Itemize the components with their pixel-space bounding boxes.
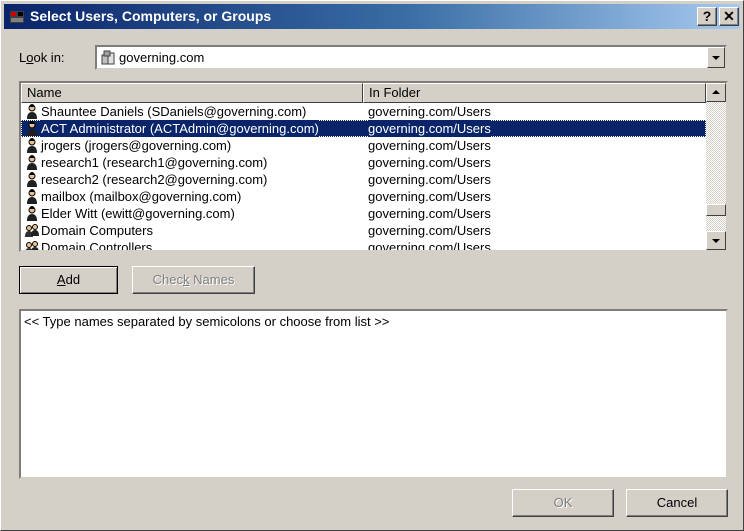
list-row[interactable]: Elder Witt (ewitt@governing.com) governin… <box>21 205 706 222</box>
user-icon <box>24 189 40 204</box>
look-in-value: governing.com <box>119 50 205 65</box>
window-title: Select Users, Computers, or Groups <box>30 8 272 24</box>
group-icon <box>24 223 40 238</box>
row-folder: governing.com/Users <box>368 155 491 170</box>
row-folder: governing.com/Users <box>368 206 491 221</box>
close-icon: ✕ <box>723 8 735 24</box>
row-folder: governing.com/Users <box>368 120 491 137</box>
row-folder: governing.com/Users <box>368 189 491 204</box>
names-input-placeholder: << Type names separated by semicolons or… <box>24 314 390 329</box>
cancel-button[interactable]: Cancel <box>626 489 728 517</box>
row-name: jrogers (jrogers@governing.com) <box>41 138 232 153</box>
help-icon: ? <box>702 8 712 24</box>
list-row[interactable]: mailbox (mailbox@governing.com) governing… <box>21 188 706 205</box>
chevron-down-icon <box>712 56 720 60</box>
scroll-thumb[interactable] <box>706 204 726 216</box>
list-row[interactable]: Domain Controllers governing.com/Users <box>21 239 706 252</box>
look-in-dropdown[interactable]: governing.com <box>95 45 727 70</box>
dialog-window: Select Users, Computers, or Groups ? ✕ L… <box>0 0 744 531</box>
row-folder: governing.com/Users <box>368 240 491 252</box>
check-names-button[interactable]: Check Names <box>132 266 255 294</box>
user-icon <box>24 138 40 153</box>
list-row[interactable]: Domain Computers governing.com/Users <box>21 222 706 239</box>
user-icon <box>24 121 40 136</box>
object-list[interactable]: Name In Folder Shauntee Daniels (SDaniel… <box>19 81 728 252</box>
column-header-name[interactable]: Name <box>21 83 363 103</box>
list-row[interactable]: research1 (research1@governing.com) gover… <box>21 154 706 171</box>
ok-button[interactable]: OK <box>512 489 614 517</box>
column-header-in-folder[interactable]: In Folder <box>363 83 706 103</box>
names-input[interactable]: << Type names separated by semicolons or… <box>19 309 728 479</box>
row-name: mailbox (mailbox@governing.com) <box>41 189 242 204</box>
look-in-label: Look in: <box>19 50 65 65</box>
user-icon <box>24 104 40 119</box>
user-icon <box>24 172 40 187</box>
row-folder: governing.com/Users <box>368 138 491 153</box>
row-folder: governing.com/Users <box>368 223 491 238</box>
list-row[interactable]: Shauntee Daniels (SDaniels@governing.com… <box>21 103 706 120</box>
arrow-down-icon <box>712 239 720 243</box>
row-name: Shauntee Daniels (SDaniels@governing.com… <box>41 104 307 119</box>
app-icon <box>10 11 24 23</box>
scroll-up-button[interactable] <box>706 83 726 102</box>
close-button[interactable]: ✕ <box>719 7 739 26</box>
user-icon <box>24 155 40 170</box>
row-folder: governing.com/Users <box>368 172 491 187</box>
scroll-down-button[interactable] <box>706 231 726 250</box>
row-folder: governing.com/Users <box>368 104 491 119</box>
row-name: Domain Computers <box>41 223 153 238</box>
list-row[interactable]: jrogers (jrogers@governing.com) governing… <box>21 137 706 154</box>
add-button[interactable]: Add <box>19 266 118 294</box>
row-name: Domain Controllers <box>41 240 153 252</box>
list-header: Name In Folder <box>21 83 706 103</box>
row-name: ACT Administrator (ACTAdmin@governing.co… <box>41 120 319 137</box>
list-row[interactable]: research2 (research2@governing.com) gover… <box>21 171 706 188</box>
row-name: research1 (research1@governing.com) <box>41 155 268 170</box>
vertical-scrollbar[interactable] <box>706 83 726 250</box>
row-name: research2 (research2@governing.com) <box>41 172 268 187</box>
group-icon <box>24 240 40 250</box>
user-icon <box>24 206 40 221</box>
arrow-up-icon <box>712 90 720 94</box>
list-row[interactable]: ACT Administrator (ACTAdmin@governing.co… <box>21 120 706 137</box>
title-bar[interactable]: Select Users, Computers, or Groups ? ✕ <box>4 4 740 29</box>
look-in-dropdown-button[interactable] <box>707 47 725 68</box>
domain-icon <box>101 50 115 65</box>
help-button[interactable]: ? <box>697 7 717 26</box>
row-name: Elder Witt (ewitt@governing.com) <box>41 206 235 221</box>
list-rows: Shauntee Daniels (SDaniels@governing.com… <box>21 103 706 252</box>
